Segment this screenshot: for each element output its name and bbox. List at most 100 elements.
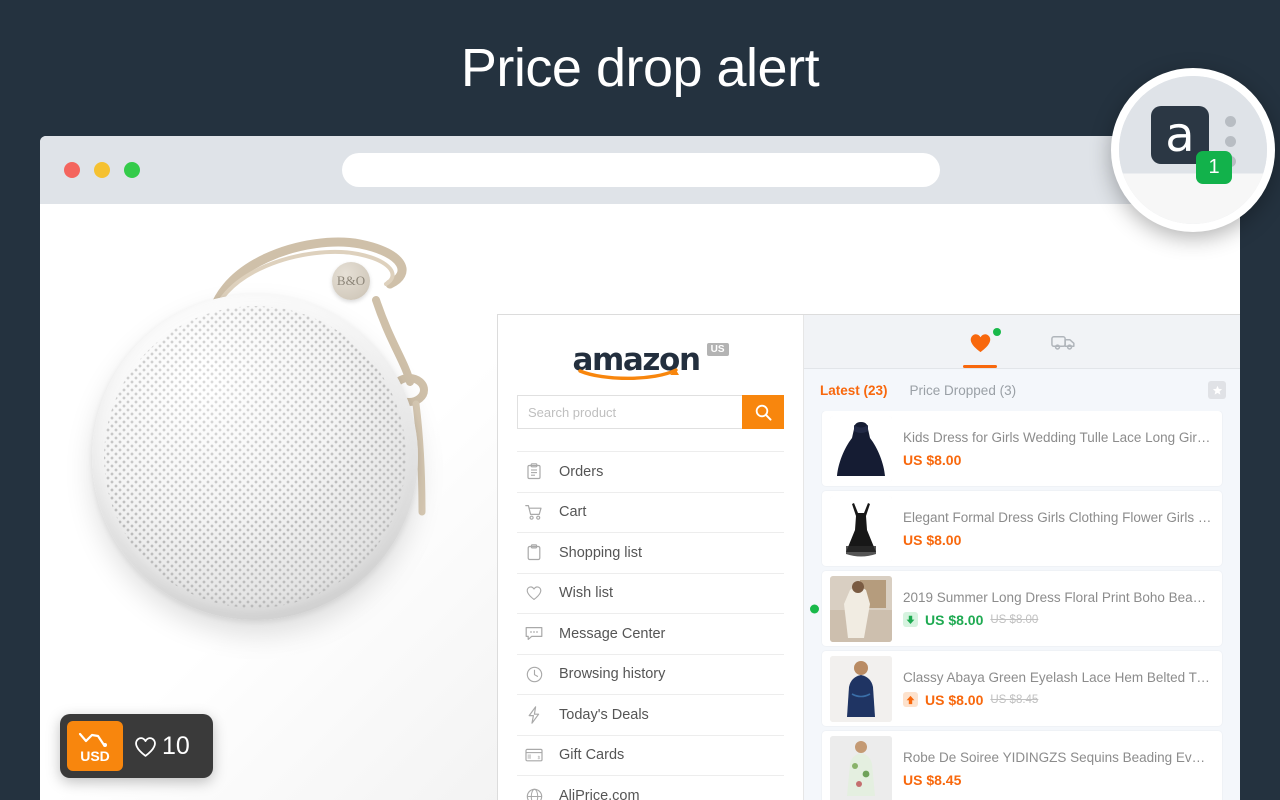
truck-icon (1051, 336, 1075, 350)
heart-icon (970, 333, 990, 352)
product-old-price: US $8.45 (990, 693, 1039, 706)
price-down-arrow-icon (903, 612, 918, 627)
product-title: Elegant Formal Dress Girls Clothing Flow… (903, 509, 1212, 525)
popup-sidebar: amazon US Search product Orders Cart Sho… (498, 315, 804, 800)
unread-indicator-dot (810, 604, 819, 613)
popup-tab-bar (804, 315, 1240, 369)
clock-icon (525, 665, 543, 683)
product-info: Robe De Soiree YIDINGZS Sequins Beading … (903, 750, 1212, 788)
product-thumbnail (830, 575, 892, 642)
sidebar-item-cart[interactable]: Cart (517, 493, 784, 533)
globe-icon (525, 787, 543, 800)
lightning-icon (525, 705, 543, 724)
price-up-arrow-icon (903, 692, 918, 707)
product-thumbnail (830, 735, 892, 800)
table-row[interactable]: Robe De Soiree YIDINGZS Sequins Beading … (822, 731, 1222, 800)
extension-badge-count: 1 (1196, 151, 1232, 184)
heart-icon (525, 584, 543, 602)
chart-line-icon (78, 732, 107, 747)
popup-main-pane: Latest (23) Price Dropped (3) Kids Dress… (804, 315, 1240, 800)
sidebar-item-label: Gift Cards (559, 747, 625, 764)
search-button[interactable] (742, 395, 784, 429)
sidebar-item-label: Orders (559, 463, 604, 480)
magnifier-content: a 1 (1119, 76, 1267, 224)
speaker-rim (92, 294, 418, 620)
table-row[interactable]: Elegant Formal Dress Girls Clothing Flow… (822, 491, 1222, 566)
extension-popup: amazon US Search product Orders Cart Sho… (497, 314, 1240, 800)
product-old-price: US $8.00 (990, 613, 1039, 626)
filter-latest[interactable]: Latest (23) (820, 383, 888, 398)
browser-chrome (40, 136, 1240, 204)
speaker-body (92, 294, 418, 620)
product-price-row: US $8.00 (903, 452, 1212, 468)
shopping-list-icon (525, 544, 543, 562)
brand-header: amazon US (517, 315, 784, 395)
product-thumbnail (830, 655, 892, 722)
product-title: Kids Dress for Girls Wedding Tulle Lace … (903, 429, 1212, 445)
svg-text:$: $ (538, 755, 541, 760)
sidebar-menu: Orders Cart Shopping list Wish list Mess… (517, 451, 784, 800)
product-info: Classy Abaya Green Eyelash Lace Hem Belt… (903, 670, 1212, 708)
table-row[interactable]: 2019 Summer Long Dress Floral Print Boho… (810, 571, 1222, 646)
sidebar-item-message-center[interactable]: Message Center (517, 614, 784, 655)
minimize-window-button[interactable] (94, 162, 110, 178)
sidebar-item-wish-list[interactable]: Wish list (517, 574, 784, 614)
product-thumbnail (830, 415, 892, 482)
speaker-product-image: B&O (60, 222, 530, 692)
product-title: Classy Abaya Green Eyelash Lace Hem Belt… (903, 669, 1212, 685)
product-image-stage: B&O USD 10 (40, 204, 540, 800)
heart-icon (135, 736, 156, 757)
table-row[interactable]: Kids Dress for Girls Wedding Tulle Lace … (822, 411, 1222, 486)
sidebar-item-label: Shopping list (559, 544, 643, 561)
product-price-row: US $8.00 US $8.00 (903, 612, 1212, 628)
product-info: Kids Dress for Girls Wedding Tulle Lace … (903, 430, 1212, 468)
price-history-chart-icon[interactable]: USD (67, 721, 123, 771)
favorite-count-group[interactable]: 10 (133, 732, 206, 761)
tab-favorites[interactable] (954, 316, 1006, 368)
kebab-dot (1225, 136, 1236, 147)
product-title: Robe De Soiree YIDINGZS Sequins Beading … (903, 749, 1212, 765)
orders-icon (525, 463, 543, 481)
sidebar-item-alprice[interactable]: AliPrice.com (517, 776, 784, 800)
price-tracker-widget[interactable]: USD 10 (60, 714, 213, 778)
product-title: 2019 Summer Long Dress Floral Print Boho… (903, 589, 1212, 605)
product-price: US $8.00 (925, 611, 984, 628)
address-bar-input[interactable] (342, 153, 940, 187)
locale-badge[interactable]: US (706, 343, 729, 356)
sidebar-item-label: AliPrice.com (559, 788, 640, 800)
sidebar-item-label: Wish list (559, 585, 613, 602)
tab-active-indicator (963, 365, 997, 368)
search-row (517, 395, 784, 429)
product-thumbnail (830, 495, 892, 562)
sidebar-item-label: Today's Deals (559, 706, 649, 723)
sidebar-item-label: Browsing history (559, 666, 666, 683)
product-price: US $8.00 (925, 691, 984, 708)
zoom-window-button[interactable] (124, 162, 140, 178)
sidebar-item-shopping-list[interactable]: Shopping list (517, 533, 784, 574)
search-input[interactable] (517, 395, 742, 429)
close-window-button[interactable] (64, 162, 80, 178)
tab-unread-badge (993, 328, 1001, 336)
favorite-count-value: 10 (162, 731, 190, 760)
amazon-logo[interactable]: amazon (572, 342, 701, 380)
gift-card-icon: $ (525, 746, 543, 764)
amazon-smile-icon (578, 368, 680, 380)
kebab-dot (1225, 116, 1236, 127)
star-icon[interactable] (1208, 381, 1226, 399)
product-price: US $8.00 (903, 451, 962, 468)
product-price-row: US $8.00 US $8.45 (903, 692, 1212, 708)
cart-icon (525, 503, 543, 521)
bo-logo-medallion: B&O (332, 262, 370, 300)
tab-tracking[interactable] (1038, 316, 1090, 368)
sidebar-item-label: Message Center (559, 625, 666, 642)
sidebar-item-browsing-history[interactable]: Browsing history (517, 655, 784, 695)
filter-bar: Latest (23) Price Dropped (3) (804, 369, 1240, 411)
product-price: US $8.00 (903, 531, 962, 548)
window-traffic-lights (64, 162, 140, 178)
sidebar-item-gift-cards[interactable]: $ Gift Cards (517, 736, 784, 776)
product-list[interactable]: Kids Dress for Girls Wedding Tulle Lace … (804, 411, 1240, 800)
table-row[interactable]: Classy Abaya Green Eyelash Lace Hem Belt… (822, 651, 1222, 726)
filter-price-dropped[interactable]: Price Dropped (3) (910, 383, 1017, 398)
sidebar-item-todays-deals[interactable]: Today's Deals (517, 695, 784, 736)
sidebar-item-orders[interactable]: Orders (517, 452, 784, 493)
